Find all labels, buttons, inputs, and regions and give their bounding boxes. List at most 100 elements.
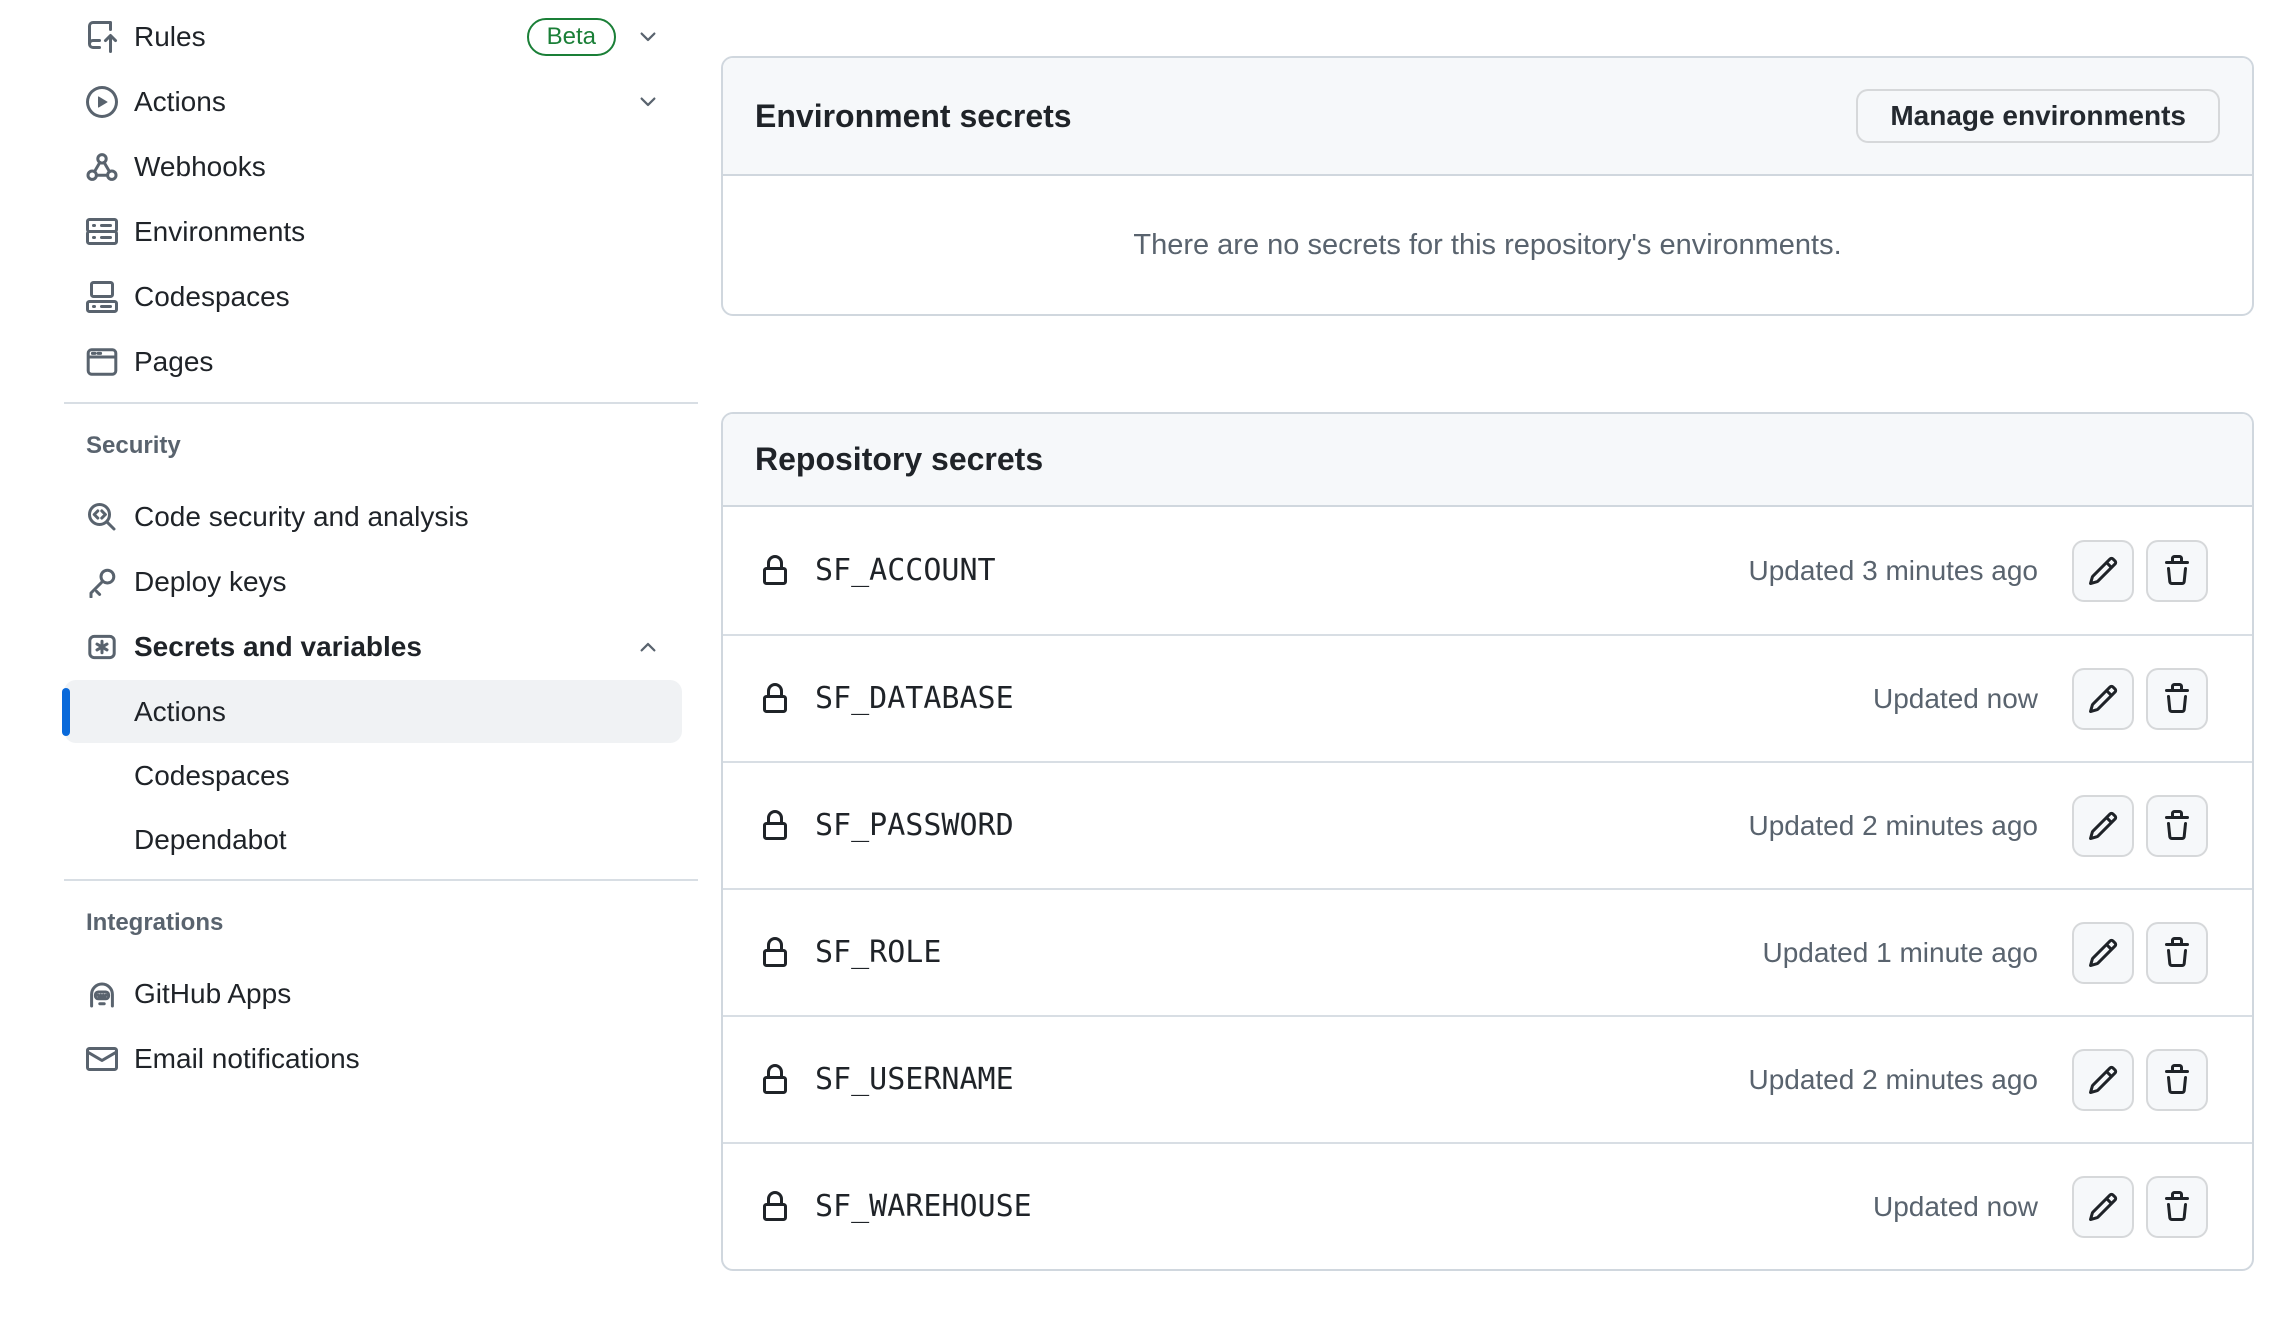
secret-row: SF_WAREHOUSE Updated now (723, 1142, 2252, 1269)
edit-secret-button[interactable] (2072, 795, 2134, 857)
pencil-icon (2087, 555, 2119, 587)
secret-row: SF_DATABASE Updated now (723, 634, 2252, 761)
sidebar-item-label: Webhooks (134, 151, 266, 183)
pencil-icon (2087, 1064, 2119, 1096)
secret-row: SF_ACCOUNT Updated 3 minutes ago (723, 507, 2252, 634)
lock-icon (759, 937, 791, 969)
trash-icon (2161, 810, 2193, 842)
codescan-icon (86, 501, 118, 533)
sidebar-item-github-apps[interactable]: GitHub Apps (64, 961, 682, 1026)
mail-icon (86, 1043, 118, 1075)
codespaces-icon (86, 281, 118, 313)
environment-secrets-header: Environment secrets Manage environments (723, 58, 2252, 176)
lock-icon (759, 683, 791, 715)
pencil-icon (2087, 683, 2119, 715)
sidebar-divider (64, 402, 698, 404)
secret-name: SF_ACCOUNT (815, 553, 996, 588)
sidebar-section-security: Security (64, 428, 682, 464)
repository-secrets-header: Repository secrets (723, 414, 2252, 507)
chevron-down-icon (636, 90, 660, 114)
pencil-icon (2087, 937, 2119, 969)
sidebar-item-label: Codespaces (134, 281, 290, 313)
trash-icon (2161, 1064, 2193, 1096)
sidebar-subitem-label: Codespaces (134, 760, 290, 792)
edit-secret-button[interactable] (2072, 540, 2134, 602)
server-icon (86, 216, 118, 248)
secret-row: SF_PASSWORD Updated 2 minutes ago (723, 761, 2252, 888)
lock-icon (759, 1191, 791, 1223)
trash-icon (2161, 1191, 2193, 1223)
sidebar-item-label: Pages (134, 346, 213, 378)
secret-updated-timestamp: Updated 2 minutes ago (1748, 810, 2038, 842)
trash-icon (2161, 937, 2193, 969)
sidebar-item-actions[interactable]: Actions (64, 69, 682, 134)
settings-nav: Rules Beta Actions Webhooks Environments… (64, 4, 682, 1091)
edit-secret-button[interactable] (2072, 922, 2134, 984)
key-icon (86, 566, 118, 598)
sidebar-subitem-codespaces[interactable]: Codespaces (64, 744, 682, 807)
secret-updated-timestamp: Updated now (1873, 1191, 2038, 1223)
manage-environments-button[interactable]: Manage environments (1856, 89, 2220, 143)
settings-sidebar: Rules Beta Actions Webhooks Environments… (0, 0, 720, 1322)
environment-secrets-panel: Environment secrets Manage environments … (721, 56, 2254, 316)
sidebar-subitem-label: Actions (134, 696, 226, 728)
sidebar-divider (64, 879, 698, 881)
delete-secret-button[interactable] (2146, 1049, 2208, 1111)
chevron-down-icon (636, 25, 660, 49)
sidebar-item-label: Code security and analysis (134, 501, 469, 533)
secret-name: SF_WAREHOUSE (815, 1189, 1032, 1224)
main-content: Environment secrets Manage environments … (721, 0, 2254, 1271)
secret-name: SF_USERNAME (815, 1062, 1014, 1097)
sidebar-item-code-security[interactable]: Code security and analysis (64, 484, 682, 549)
sidebar-item-label: GitHub Apps (134, 978, 291, 1010)
play-icon (86, 86, 118, 118)
sidebar-section-integrations: Integrations (64, 905, 682, 941)
sidebar-item-environments[interactable]: Environments (64, 199, 682, 264)
delete-secret-button[interactable] (2146, 922, 2208, 984)
secret-updated-timestamp: Updated 3 minutes ago (1748, 555, 2038, 587)
sidebar-item-webhooks[interactable]: Webhooks (64, 134, 682, 199)
pencil-icon (2087, 1191, 2119, 1223)
sidebar-item-rules[interactable]: Rules Beta (64, 4, 682, 69)
secret-row: SF_USERNAME Updated 2 minutes ago (723, 1015, 2252, 1142)
delete-secret-button[interactable] (2146, 795, 2208, 857)
webhook-icon (86, 151, 118, 183)
sidebar-item-label: Rules (134, 21, 206, 53)
repository-secrets-panel: Repository secrets SF_ACCOUNT Updated 3 … (721, 412, 2254, 1271)
sidebar-item-pages[interactable]: Pages (64, 329, 682, 394)
edit-secret-button[interactable] (2072, 1176, 2134, 1238)
sidebar-subitem-dependabot[interactable]: Dependabot (64, 808, 682, 871)
secret-name: SF_PASSWORD (815, 808, 1014, 843)
delete-secret-button[interactable] (2146, 540, 2208, 602)
sidebar-item-label: Deploy keys (134, 566, 287, 598)
sidebar-item-secrets-and-variables[interactable]: Secrets and variables (64, 614, 682, 679)
beta-badge: Beta (527, 18, 616, 56)
edit-secret-button[interactable] (2072, 1049, 2134, 1111)
repo-push-icon (86, 21, 118, 53)
browser-icon (86, 346, 118, 378)
lock-icon (759, 555, 791, 587)
trash-icon (2161, 555, 2193, 587)
secret-name: SF_ROLE (815, 935, 941, 970)
chevron-up-icon (636, 635, 660, 659)
sidebar-subitem-label: Dependabot (134, 824, 287, 856)
sidebar-item-label: Email notifications (134, 1043, 360, 1075)
secret-name: SF_DATABASE (815, 681, 1014, 716)
lock-icon (759, 1064, 791, 1096)
active-indicator-bar (62, 688, 70, 736)
repository-secrets-title: Repository secrets (755, 441, 1043, 478)
delete-secret-button[interactable] (2146, 668, 2208, 730)
sidebar-item-codespaces[interactable]: Codespaces (64, 264, 682, 329)
sidebar-subitem-actions[interactable]: Actions (64, 680, 682, 743)
sidebar-item-deploy-keys[interactable]: Deploy keys (64, 549, 682, 614)
environment-secrets-empty-state: There are no secrets for this repository… (723, 176, 2252, 314)
hubot-icon (86, 978, 118, 1010)
sidebar-item-email-notifications[interactable]: Email notifications (64, 1026, 682, 1091)
lock-icon (759, 810, 791, 842)
sidebar-item-label: Secrets and variables (134, 631, 422, 663)
sidebar-item-label: Environments (134, 216, 305, 248)
delete-secret-button[interactable] (2146, 1176, 2208, 1238)
trash-icon (2161, 683, 2193, 715)
edit-secret-button[interactable] (2072, 668, 2134, 730)
secret-updated-timestamp: Updated now (1873, 683, 2038, 715)
